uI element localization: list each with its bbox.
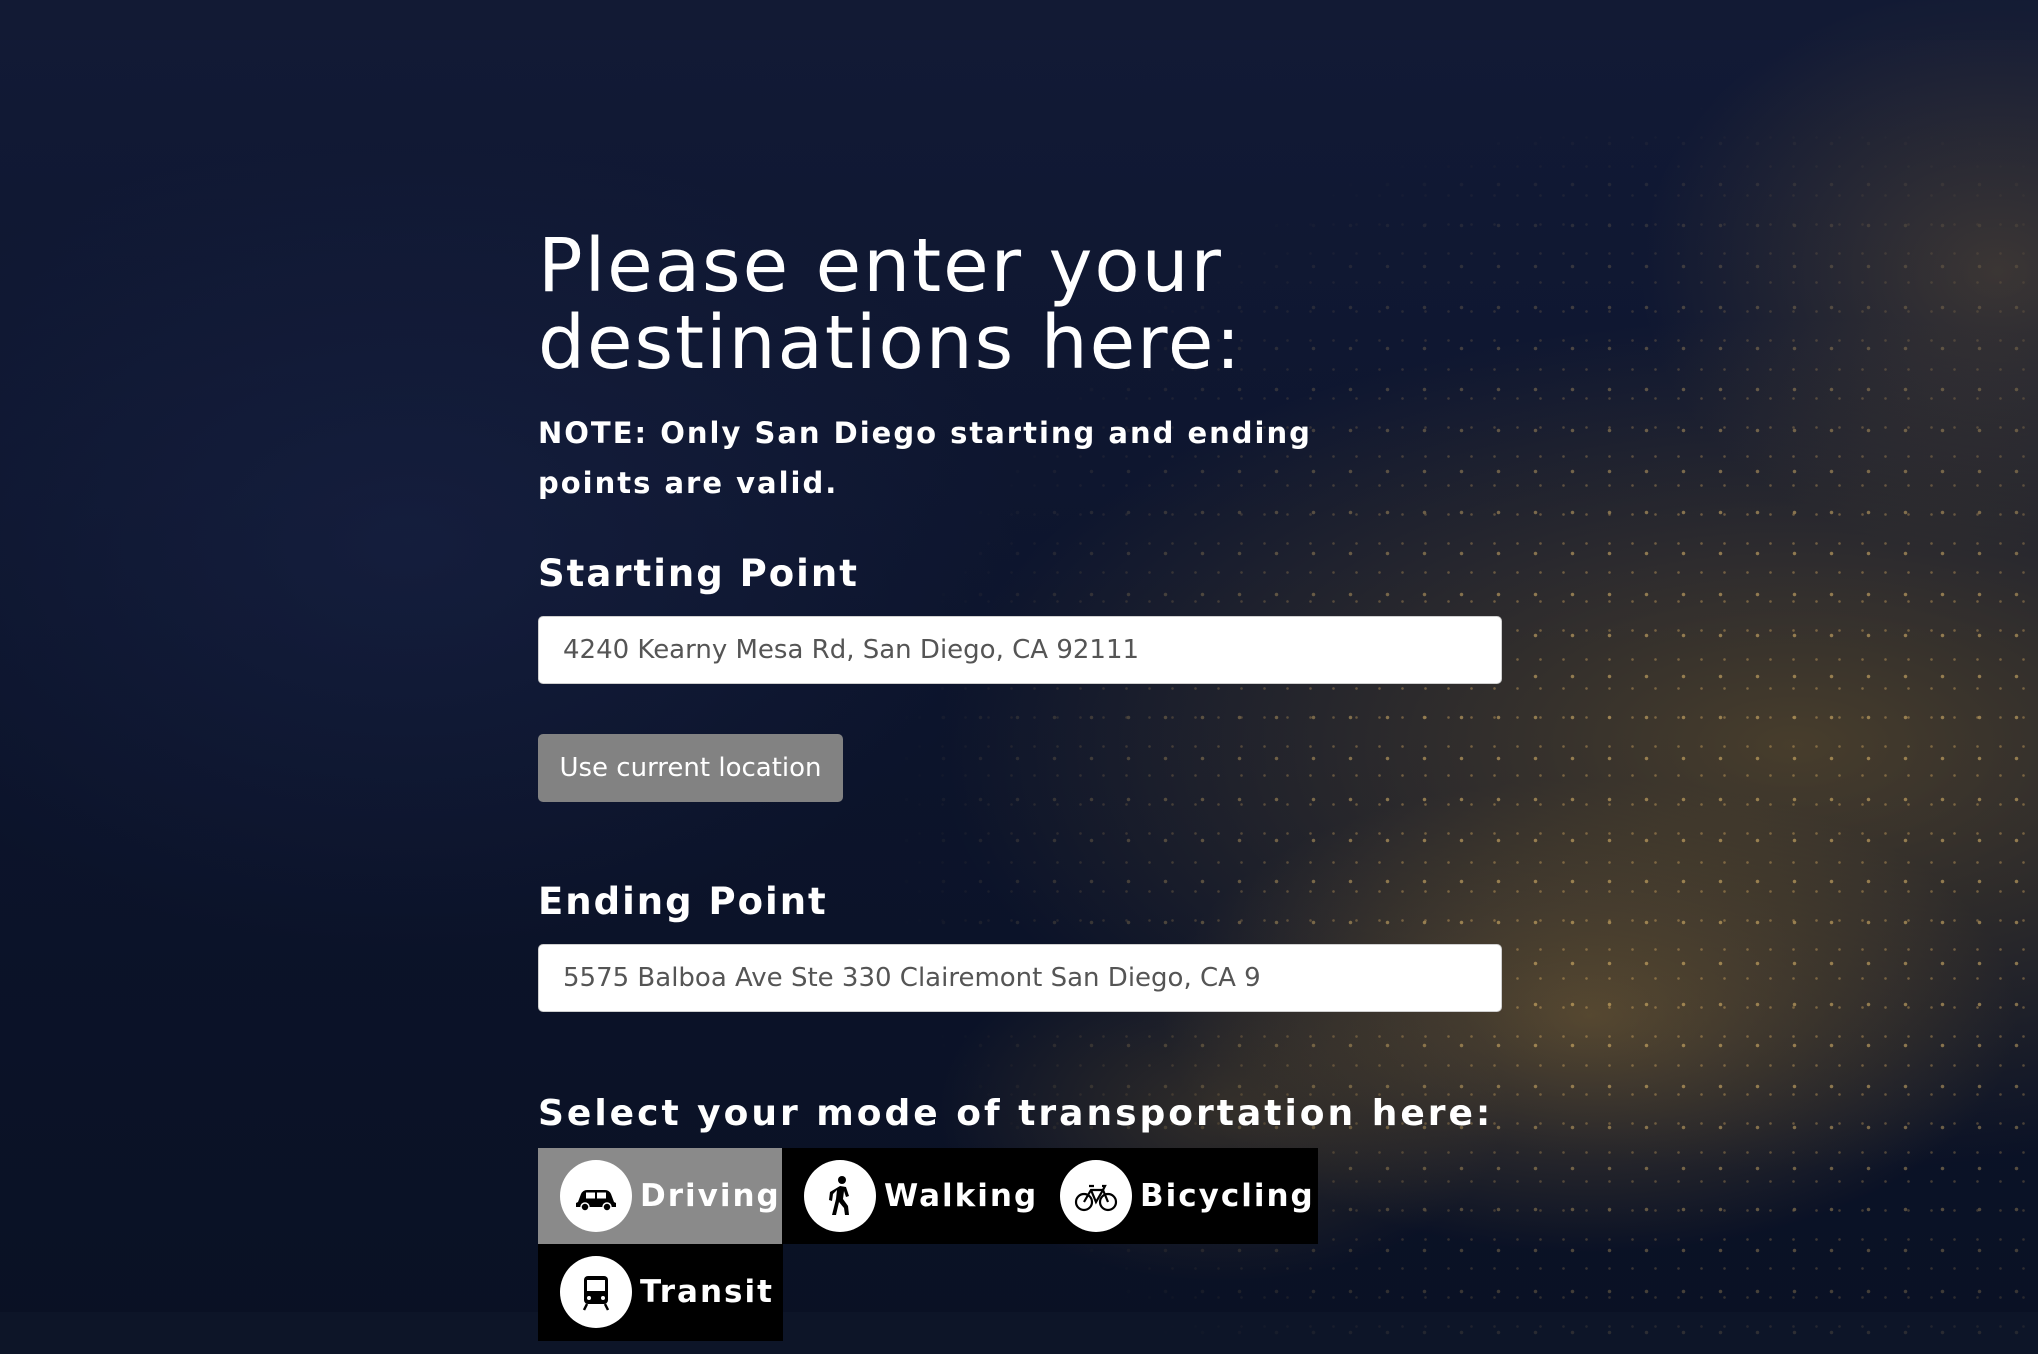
transport-mode-bar-second-row: Transit xyxy=(538,1244,783,1341)
mode-driving-label: Driving xyxy=(640,1178,781,1214)
mode-bicycling-label: Bicycling xyxy=(1140,1178,1315,1214)
mode-transit-label: Transit xyxy=(640,1274,774,1310)
bus-icon xyxy=(560,1256,632,1328)
mode-driving-button[interactable]: Driving xyxy=(538,1148,782,1244)
use-current-location-button[interactable]: Use current location xyxy=(538,734,843,802)
bicycle-icon xyxy=(1060,1160,1132,1232)
note-text: NOTE: Only San Diego starting and ending… xyxy=(538,416,1312,500)
mode-bicycling-button[interactable]: Bicycling xyxy=(1038,1148,1318,1244)
mode-walking-label: Walking xyxy=(884,1178,1039,1214)
starting-point-input[interactable] xyxy=(538,616,1502,684)
top-band xyxy=(0,0,2038,40)
car-icon xyxy=(560,1160,632,1232)
mode-walking-button[interactable]: Walking xyxy=(782,1148,1038,1244)
pedestrian-icon xyxy=(804,1160,876,1232)
transport-mode-label: Select your mode of transportation here: xyxy=(538,1093,1494,1134)
mode-transit-button[interactable]: Transit xyxy=(538,1244,783,1340)
destination-form: Please enter your destinations here: NOT… xyxy=(538,228,1518,1341)
page-title: Please enter your destinations here: xyxy=(538,223,1243,386)
transport-mode-bar: Driving Walking Bicycling xyxy=(538,1148,1318,1244)
starting-point-label: Starting Point xyxy=(538,552,859,595)
ending-point-label: Ending Point xyxy=(538,880,828,923)
ending-point-input[interactable] xyxy=(538,944,1502,1012)
